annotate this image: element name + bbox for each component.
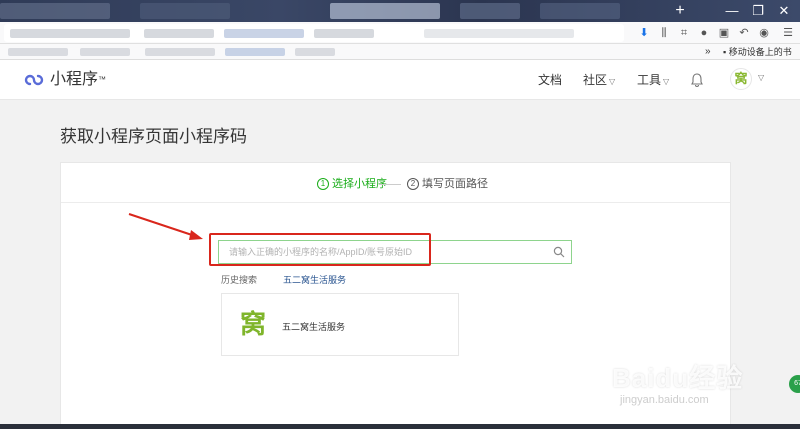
browser-tab[interactable] (540, 3, 620, 19)
sidebar-icon[interactable]: ▣ (716, 24, 732, 42)
new-tab-button[interactable]: + (670, 0, 690, 22)
bookmarks-more-button[interactable]: » (705, 44, 711, 60)
step-divider (379, 184, 401, 185)
nav-community[interactable]: 社区 ▽ (583, 72, 615, 90)
history-search-label: 历史搜索 (221, 275, 258, 285)
user-avatar[interactable]: 窝 (730, 68, 752, 90)
search-result-name: 五二窝生活服务 (282, 322, 346, 332)
close-window-button[interactable]: ✕ (770, 0, 798, 22)
browser-tab[interactable] (140, 3, 230, 19)
browser-tab-strip: + — ❐ ✕ (0, 0, 800, 22)
step-indicator: 1 选择小程序 2 填写页面路径 (61, 163, 730, 203)
address-bar[interactable] (4, 24, 624, 42)
page-title: 获取小程序页面小程序码 (60, 127, 247, 146)
chevron-down-icon: ▽ (609, 77, 616, 86)
library-icon[interactable]: ⫼ (656, 24, 672, 42)
nav-tools[interactable]: 工具 ▽ (637, 72, 669, 90)
annotation-arrow-icon (128, 213, 203, 240)
miniprogram-search-box (218, 240, 572, 264)
step-label: 填写页面路径 (422, 178, 488, 190)
chat-icon[interactable]: ● (696, 24, 712, 42)
chevron-down-icon[interactable]: ▽ (758, 73, 764, 82)
browser-tab[interactable] (0, 3, 110, 19)
miniprogram-avatar: 窝 (234, 305, 272, 343)
watermark-url: jingyan.baidu.com (620, 394, 709, 406)
baidu-jingyan-watermark: Baidu经验 (612, 363, 744, 393)
account-icon[interactable]: ◉ (756, 24, 772, 42)
notification-bell-icon[interactable] (690, 72, 704, 88)
nav-community-label: 社区 (583, 73, 608, 87)
step-select-miniprogram: 1 选择小程序 (317, 177, 387, 191)
undo-icon[interactable]: ↶ (736, 24, 752, 42)
nav-tools-label: 工具 (637, 73, 662, 87)
step-number: 1 (317, 178, 329, 190)
os-taskbar (0, 424, 800, 429)
minimize-button[interactable]: — (718, 0, 746, 22)
brand-title[interactable]: 小程序™ (50, 70, 106, 90)
search-icon[interactable] (553, 246, 565, 258)
search-result-item[interactable]: 窝 五二窝生活服务 (221, 293, 459, 356)
restore-button[interactable]: ❐ (744, 0, 772, 22)
browser-tab-active[interactable] (330, 3, 440, 19)
folder-icon: ▪ (723, 47, 727, 57)
nav-docs[interactable]: 文档 (538, 72, 562, 88)
step-fill-path: 2 填写页面路径 (407, 177, 488, 191)
site-header: 小程序™ 文档 社区 ▽ 工具 ▽ 窝 ▽ (0, 60, 800, 100)
crop-icon[interactable]: ⌗ (676, 24, 692, 42)
floating-badge[interactable]: 67 (789, 375, 800, 393)
history-search-item[interactable]: 五二窝生活服务 (283, 273, 346, 286)
browser-tab[interactable] (460, 3, 520, 19)
step-number: 2 (407, 178, 419, 190)
miniprogram-search-input[interactable] (219, 241, 539, 263)
menu-icon[interactable]: ☰ (780, 24, 796, 42)
miniprogram-logo-icon[interactable] (24, 70, 44, 90)
mobile-bookmarks-folder[interactable]: ▪ 移动设备上的书签 (723, 44, 800, 73)
bookmarks-bar (0, 44, 800, 60)
chevron-down-icon: ▽ (663, 77, 670, 86)
download-icon[interactable]: ⬇ (636, 24, 652, 42)
